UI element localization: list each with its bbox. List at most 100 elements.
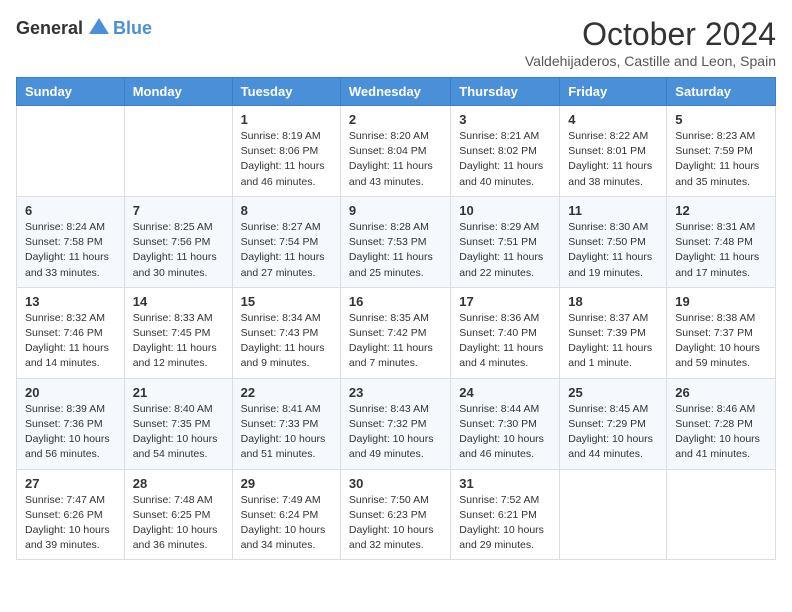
day-number: 11 [568,203,658,218]
calendar-cell: 28 Sunrise: 7:48 AM Sunset: 6:25 PM Dayli… [124,469,232,560]
day-header-sunday: Sunday [17,78,125,106]
day-info: Sunrise: 8:25 AM Sunset: 7:56 PM Dayligh… [133,220,224,281]
calendar-cell: 31 Sunrise: 7:52 AM Sunset: 6:21 PM Dayli… [451,469,560,560]
day-number: 29 [241,476,332,491]
day-info: Sunrise: 8:35 AM Sunset: 7:42 PM Dayligh… [349,311,442,372]
calendar-header-row: SundayMondayTuesdayWednesdayThursdayFrid… [17,78,776,106]
day-number: 7 [133,203,224,218]
day-number: 26 [675,385,767,400]
page-header: General Blue October 2024 Valdehijaderos… [16,16,776,69]
calendar-cell: 5Sunrise: 8:23 AM Sunset: 7:59 PM Daylig… [667,106,776,197]
day-info: Sunrise: 8:19 AM Sunset: 8:06 PM Dayligh… [241,129,332,190]
day-number: 3 [459,112,551,127]
day-header-wednesday: Wednesday [340,78,450,106]
calendar-cell: 24 Sunrise: 8:44 AM Sunset: 7:30 PM Dayli… [451,378,560,469]
calendar-cell [17,106,125,197]
day-number: 24 [459,385,551,400]
calendar-cell [124,106,232,197]
day-number: 4 [568,112,658,127]
day-number: 28 [133,476,224,491]
calendar-cell: 3Sunrise: 8:21 AM Sunset: 8:02 PM Daylig… [451,106,560,197]
day-header-tuesday: Tuesday [232,78,340,106]
logo-icon [87,16,111,40]
calendar-cell: 26 Sunrise: 8:46 AM Sunset: 7:28 PM Dayli… [667,378,776,469]
location-subtitle: Valdehijaderos, Castille and Leon, Spain [525,53,776,69]
calendar-cell: 15 Sunrise: 8:34 AM Sunset: 7:43 PM Dayli… [232,287,340,378]
calendar-cell: 1 Sunrise: 8:19 AM Sunset: 8:06 PM Daylig… [232,106,340,197]
calendar-cell: 17 Sunrise: 8:36 AM Sunset: 7:40 PM Dayli… [451,287,560,378]
day-number: 16 [349,294,442,309]
day-info: Sunrise: 8:34 AM Sunset: 7:43 PM Dayligh… [241,311,332,372]
day-number: 15 [241,294,332,309]
calendar-cell: 27Sunrise: 7:47 AM Sunset: 6:26 PM Dayli… [17,469,125,560]
day-info: Sunrise: 8:44 AM Sunset: 7:30 PM Dayligh… [459,402,551,463]
day-info: Sunrise: 8:36 AM Sunset: 7:40 PM Dayligh… [459,311,551,372]
day-info: Sunrise: 8:41 AM Sunset: 7:33 PM Dayligh… [241,402,332,463]
day-number: 12 [675,203,767,218]
calendar-cell: 6Sunrise: 8:24 AM Sunset: 7:58 PM Daylig… [17,196,125,287]
day-info: Sunrise: 8:39 AM Sunset: 7:36 PM Dayligh… [25,402,116,463]
day-number: 22 [241,385,332,400]
day-info: Sunrise: 7:48 AM Sunset: 6:25 PM Dayligh… [133,493,224,554]
day-info: Sunrise: 8:40 AM Sunset: 7:35 PM Dayligh… [133,402,224,463]
calendar-cell: 22 Sunrise: 8:41 AM Sunset: 7:33 PM Dayli… [232,378,340,469]
calendar-cell: 14Sunrise: 8:33 AM Sunset: 7:45 PM Dayli… [124,287,232,378]
day-number: 8 [241,203,332,218]
day-number: 18 [568,294,658,309]
day-info: Sunrise: 8:43 AM Sunset: 7:32 PM Dayligh… [349,402,442,463]
day-info: Sunrise: 8:32 AM Sunset: 7:46 PM Dayligh… [25,311,116,372]
day-info: Sunrise: 8:38 AM Sunset: 7:37 PM Dayligh… [675,311,767,372]
day-number: 10 [459,203,551,218]
day-number: 21 [133,385,224,400]
calendar-cell: 30 Sunrise: 7:50 AM Sunset: 6:23 PM Dayli… [340,469,450,560]
calendar-week-row: 27Sunrise: 7:47 AM Sunset: 6:26 PM Dayli… [17,469,776,560]
calendar-cell: 7 Sunrise: 8:25 AM Sunset: 7:56 PM Daylig… [124,196,232,287]
day-number: 27 [25,476,116,491]
day-info: Sunrise: 8:20 AM Sunset: 8:04 PM Dayligh… [349,129,442,190]
day-number: 30 [349,476,442,491]
day-number: 17 [459,294,551,309]
month-title: October 2024 [525,16,776,53]
day-number: 31 [459,476,551,491]
day-info: Sunrise: 8:37 AM Sunset: 7:39 PM Dayligh… [568,311,658,372]
calendar-week-row: 13 Sunrise: 8:32 AM Sunset: 7:46 PM Dayli… [17,287,776,378]
day-info: Sunrise: 8:30 AM Sunset: 7:50 PM Dayligh… [568,220,658,281]
title-area: October 2024 Valdehijaderos, Castille an… [525,16,776,69]
day-info: Sunrise: 8:22 AM Sunset: 8:01 PM Dayligh… [568,129,658,190]
day-number: 1 [241,112,332,127]
calendar-table: SundayMondayTuesdayWednesdayThursdayFrid… [16,77,776,560]
logo: General Blue [16,16,152,40]
day-info: Sunrise: 7:50 AM Sunset: 6:23 PM Dayligh… [349,493,442,554]
day-number: 19 [675,294,767,309]
calendar-cell: 10 Sunrise: 8:29 AM Sunset: 7:51 PM Dayli… [451,196,560,287]
calendar-cell: 18 Sunrise: 8:37 AM Sunset: 7:39 PM Dayli… [560,287,667,378]
day-info: Sunrise: 8:46 AM Sunset: 7:28 PM Dayligh… [675,402,767,463]
calendar-cell: 29Sunrise: 7:49 AM Sunset: 6:24 PM Dayli… [232,469,340,560]
day-header-saturday: Saturday [667,78,776,106]
calendar-cell [560,469,667,560]
day-number: 2 [349,112,442,127]
day-number: 5 [675,112,767,127]
logo-blue: Blue [113,18,152,39]
day-info: Sunrise: 8:29 AM Sunset: 7:51 PM Dayligh… [459,220,551,281]
day-number: 13 [25,294,116,309]
day-info: Sunrise: 8:45 AM Sunset: 7:29 PM Dayligh… [568,402,658,463]
calendar-cell: 11 Sunrise: 8:30 AM Sunset: 7:50 PM Dayli… [560,196,667,287]
calendar-cell: 4 Sunrise: 8:22 AM Sunset: 8:01 PM Daylig… [560,106,667,197]
calendar-cell: 13 Sunrise: 8:32 AM Sunset: 7:46 PM Dayli… [17,287,125,378]
day-header-monday: Monday [124,78,232,106]
calendar-cell: 25 Sunrise: 8:45 AM Sunset: 7:29 PM Dayli… [560,378,667,469]
day-number: 20 [25,385,116,400]
day-info: Sunrise: 7:52 AM Sunset: 6:21 PM Dayligh… [459,493,551,554]
logo-general: General [16,18,83,39]
calendar-week-row: 6Sunrise: 8:24 AM Sunset: 7:58 PM Daylig… [17,196,776,287]
calendar-cell: 16 Sunrise: 8:35 AM Sunset: 7:42 PM Dayli… [340,287,450,378]
day-number: 25 [568,385,658,400]
calendar-week-row: 20 Sunrise: 8:39 AM Sunset: 7:36 PM Dayli… [17,378,776,469]
calendar-cell: 20 Sunrise: 8:39 AM Sunset: 7:36 PM Dayli… [17,378,125,469]
calendar-cell: 8Sunrise: 8:27 AM Sunset: 7:54 PM Daylig… [232,196,340,287]
day-info: Sunrise: 8:24 AM Sunset: 7:58 PM Dayligh… [25,220,116,281]
calendar-cell: 9Sunrise: 8:28 AM Sunset: 7:53 PM Daylig… [340,196,450,287]
day-number: 14 [133,294,224,309]
calendar-cell: 12Sunrise: 8:31 AM Sunset: 7:48 PM Dayli… [667,196,776,287]
